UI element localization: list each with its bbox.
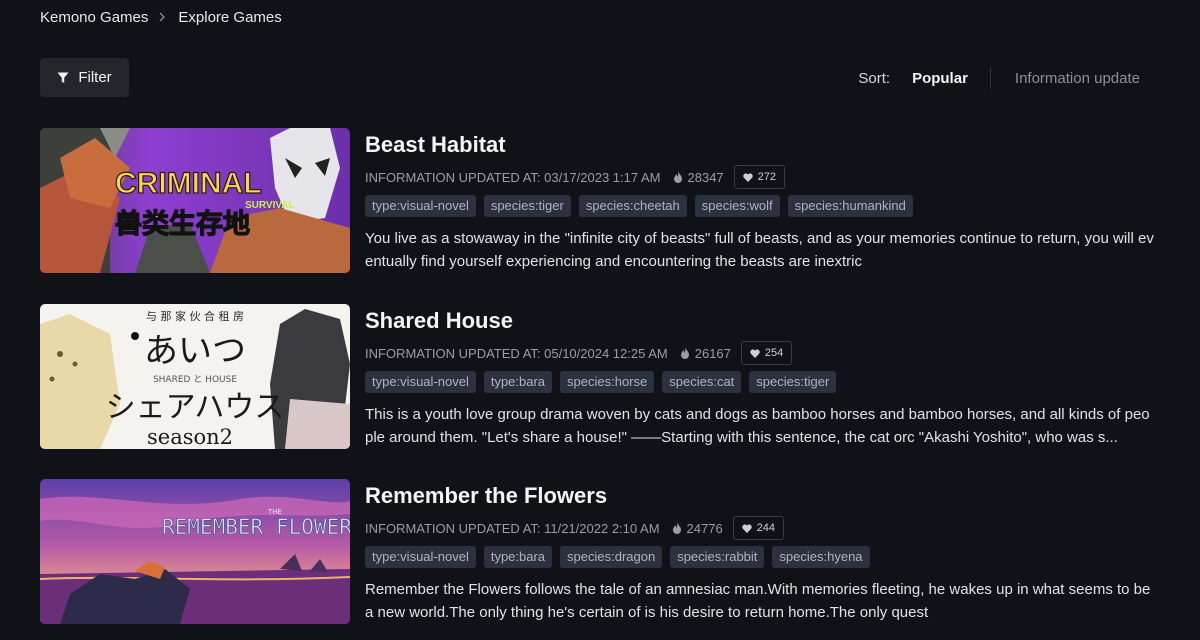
game-cover-image[interactable]: REMEMBER THE FLOWERS (40, 479, 350, 624)
cover-logo-text: CRIMINAL (115, 167, 262, 200)
explore-games-page: Kemono Games Explore Games Filter Sort: … (0, 0, 1200, 640)
heart-icon (741, 523, 752, 533)
tag[interactable]: species:cheetah (578, 195, 687, 217)
view-count-value: 28347 (687, 169, 724, 185)
game-card: CRIMINAL SURVIVAL 兽类生存地 Beast Habitat IN… (40, 128, 1160, 274)
flame-icon (672, 522, 681, 534)
tag-list: type:visual-novel type:bara species:drag… (365, 546, 1160, 569)
game-meta: INFORMATION UPDATED AT: 05/10/2024 12:25… (365, 341, 1160, 365)
game-cover-image[interactable]: CRIMINAL SURVIVAL 兽类生存地 (40, 128, 350, 273)
view-count: 24776 (672, 521, 723, 536)
tag[interactable]: species:hyena (772, 546, 870, 568)
updated-at: INFORMATION UPDATED AT: 05/10/2024 12:25… (365, 345, 668, 361)
cover-mid-text: SHARED と HOUSE (153, 374, 237, 385)
flame-icon (673, 171, 682, 183)
heart-icon (742, 172, 753, 182)
tag[interactable]: species:dragon (560, 546, 663, 568)
game-description: This is a youth love group drama woven b… (365, 406, 1150, 446)
game-meta: INFORMATION UPDATED AT: 11/21/2022 2:10 … (365, 516, 1160, 540)
heart-icon (750, 348, 760, 358)
tag[interactable]: species:wolf (694, 195, 780, 217)
game-title[interactable]: Beast Habitat (365, 132, 1160, 160)
tag[interactable]: species:humankind (787, 195, 913, 217)
sort-information-update-option[interactable]: Information update (1015, 70, 1140, 87)
view-count-value: 26167 (694, 345, 731, 361)
tag[interactable]: type:bara (483, 371, 553, 393)
game-card: REMEMBER THE FLOWERS Remember the Flower… (40, 479, 1160, 625)
like-count: 272 (757, 171, 777, 183)
game-title[interactable]: Remember the Flowers (365, 483, 1160, 511)
chevron-right-icon (159, 12, 166, 22)
tag-list: type:visual-novel species:tiger species:… (365, 195, 1160, 218)
game-info: Shared House INFORMATION UPDATED AT: 05/… (365, 304, 1160, 449)
updated-at: INFORMATION UPDATED AT: 11/21/2022 2:10 … (365, 520, 660, 536)
filter-label: Filter (78, 69, 112, 86)
sort-popular-option[interactable]: Popular (912, 70, 968, 87)
like-button[interactable]: 272 (733, 165, 786, 189)
filter-button[interactable]: Filter (40, 58, 129, 97)
tag[interactable]: species:rabbit (670, 546, 765, 568)
cover-title-line2: シェアハウス (106, 390, 285, 425)
tag[interactable]: species:cat (662, 371, 742, 393)
sort-divider (989, 67, 991, 89)
like-button[interactable]: 254 (740, 341, 793, 365)
cover-sub-text: SURVIVAL (245, 200, 295, 211)
tag[interactable]: species:tiger (483, 195, 571, 217)
tag[interactable]: type:visual-novel (365, 546, 476, 568)
tag[interactable]: species:tiger (749, 371, 837, 393)
game-description: You live as a stowaway in the "infinite … (365, 230, 1154, 270)
cover-season-text: season2 (147, 425, 233, 449)
updated-at: INFORMATION UPDATED AT: 03/17/2023 1:17 … (365, 169, 661, 185)
like-button[interactable]: 244 (732, 516, 785, 540)
sort-label: Sort: (858, 69, 891, 87)
cover-kanji-text: 兽类生存地 (115, 209, 250, 240)
breadcrumb-current: Explore Games (178, 8, 282, 26)
breadcrumb-home-link[interactable]: Kemono Games (40, 9, 148, 26)
tag[interactable]: type:bara (483, 546, 553, 568)
like-count: 254 (764, 347, 784, 359)
view-count: 28347 (673, 170, 724, 185)
cover-title-line1: あいつ (144, 331, 246, 371)
game-info: Remember the Flowers INFORMATION UPDATED… (365, 479, 1160, 624)
sort-controls: Sort: Popular Information update (858, 66, 1140, 90)
game-cover-image[interactable]: 与 那 家 伙 合 租 房 あいつ SHARED と HOUSE シェアハウス … (40, 304, 350, 449)
game-meta: INFORMATION UPDATED AT: 03/17/2023 1:17 … (365, 165, 1160, 189)
filter-icon (57, 72, 69, 83)
tag-list: type:visual-novel type:bara species:hors… (365, 371, 1160, 394)
game-description: Remember the Flowers follows the tale of… (365, 581, 1151, 621)
game-card: 与 那 家 伙 合 租 房 あいつ SHARED と HOUSE シェアハウス … (40, 304, 1160, 450)
cover-word1: REMEMBER (162, 515, 264, 539)
like-count: 244 (756, 522, 776, 534)
cover-word2: FLOWERS (276, 515, 350, 539)
breadcrumb: Kemono Games Explore Games (40, 7, 282, 27)
cover-top-text: 与 那 家 伙 合 租 房 (146, 309, 244, 323)
game-info: Beast Habitat INFORMATION UPDATED AT: 03… (365, 128, 1160, 273)
tag[interactable]: type:visual-novel (365, 195, 476, 217)
view-count-value: 24776 (686, 520, 723, 536)
tag[interactable]: type:visual-novel (365, 371, 476, 393)
tag[interactable]: species:horse (560, 371, 655, 393)
flame-icon (680, 347, 689, 359)
view-count: 26167 (680, 346, 731, 361)
game-title[interactable]: Shared House (365, 308, 1160, 336)
